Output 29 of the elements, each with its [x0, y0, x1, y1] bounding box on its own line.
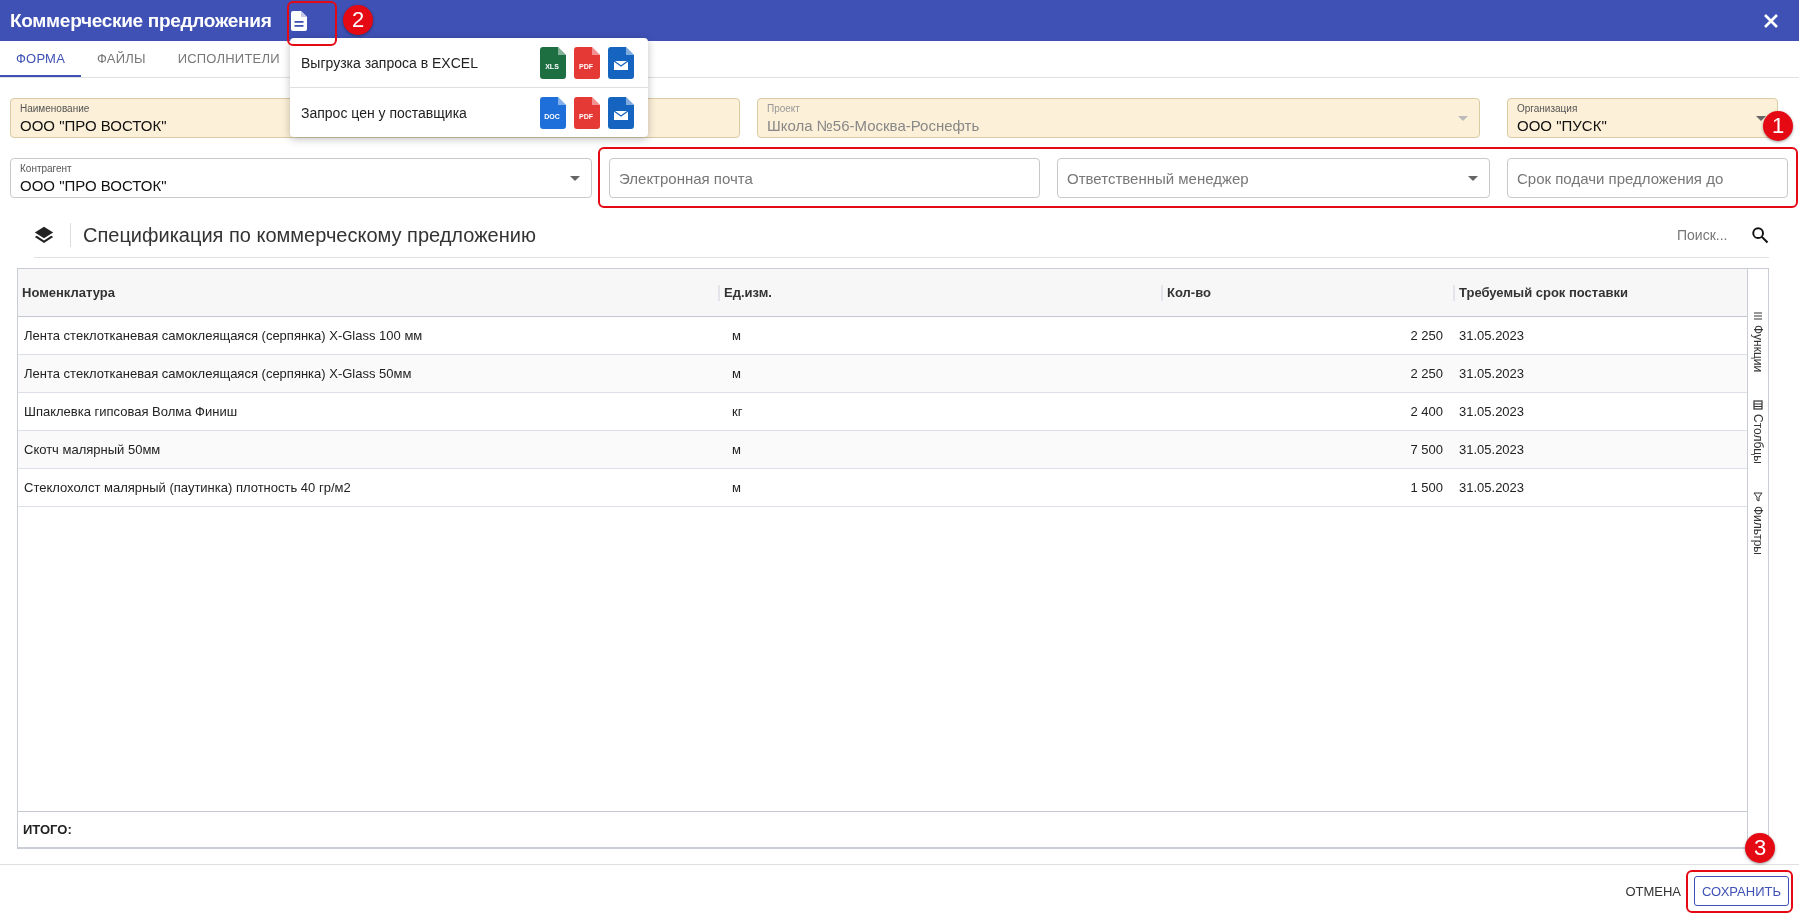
- table-cell-text: м: [731, 366, 742, 381]
- table-cell-text: 2 250: [1409, 328, 1444, 343]
- total-label: ИТОГО:: [23, 822, 72, 837]
- field-label: Наименование: [20, 103, 90, 114]
- table-cell-text: 2 250: [1409, 366, 1444, 381]
- table-cell-text: 31.05.2023: [1458, 366, 1526, 381]
- number-badge: 1: [1763, 111, 1793, 141]
- table-cell-text: Лента стеклотканевая самоклеящаяся (серпянка) X-Glass 50мм: [23, 366, 413, 381]
- table-cell-text: 1 500: [1409, 480, 1444, 495]
- table-cell-text: Стеклохолст малярный (паутинка) плотность 40 гр/м2: [23, 480, 352, 495]
- number-badge: 3: [1745, 833, 1775, 863]
- table-cell-text: Шпаклевка гипсовая Волма Финиш: [23, 404, 239, 419]
- section-title: Спецификация по коммерческому предложению: [83, 223, 536, 247]
- table-cell-text: 2 400: [1409, 404, 1444, 419]
- table-cell-text: 31.05.2023: [1458, 480, 1526, 495]
- table-cell-text: 31.05.2023: [1458, 328, 1526, 343]
- table-cell-text: м: [731, 328, 742, 343]
- table-cell-text: 31.05.2023: [1458, 442, 1526, 457]
- table-cell-text: 31.05.2023: [1458, 404, 1526, 419]
- table-cell-text: Скотч малярный 50мм: [23, 442, 162, 457]
- table-cell-text: кг: [731, 404, 744, 419]
- window-title: Коммерческие предложения: [10, 9, 272, 32]
- field-label: Организация: [1517, 103, 1578, 114]
- field-label: Контрагент: [20, 163, 72, 174]
- table-cell-text: м: [731, 480, 742, 495]
- field-label: Проект: [767, 103, 800, 114]
- table-cell-text: Лента стеклотканевая самоклеящаяся (серпянка) X-Glass 100 мм: [23, 328, 424, 343]
- table-cell-text: 7 500: [1409, 442, 1444, 457]
- table-cell-text: м: [731, 442, 742, 457]
